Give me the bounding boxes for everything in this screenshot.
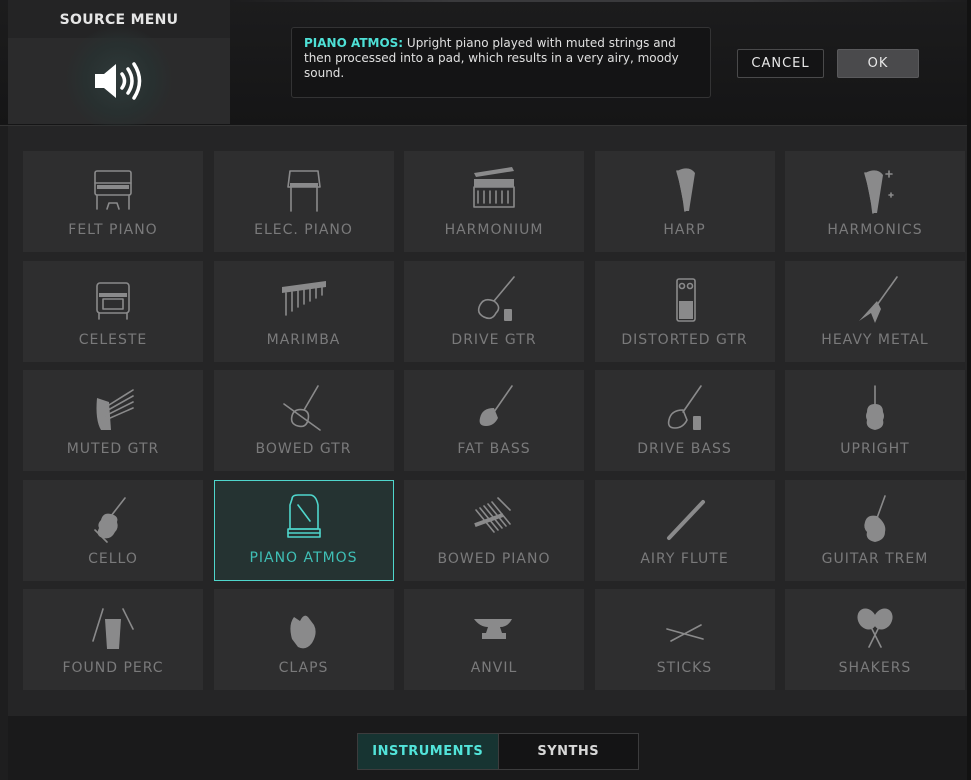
tile-cello[interactable]: CELLO	[23, 479, 203, 581]
tile-label: MARIMBA	[266, 331, 341, 348]
tile-label: FELT PIANO	[68, 222, 158, 238]
tile-distorted-gtr[interactable]: DISTORTED GTR	[594, 260, 775, 362]
tile-piano-atmos[interactable]: PIANO ATMOS	[213, 479, 394, 581]
electric-piano-icon	[264, 161, 344, 221]
hand-strings-icon	[73, 380, 153, 440]
tile-label: HEAVY METAL	[821, 331, 929, 348]
marimba-icon	[264, 271, 344, 331]
tab-instruments[interactable]: INSTRUMENTS	[358, 734, 499, 769]
tile-bowed-gtr[interactable]: BOWED GTR	[213, 370, 394, 472]
electric-guitar-pedal-icon	[454, 271, 534, 331]
piano-hammers-icon	[454, 490, 534, 550]
grand-piano-icon	[264, 491, 344, 551]
double-bass-icon	[835, 380, 915, 440]
drumsticks-icon	[645, 599, 725, 659]
tile-muted-gtr[interactable]: MUTED GTR	[23, 370, 203, 472]
flute-icon	[645, 490, 725, 550]
cup-sticks-icon	[73, 599, 153, 659]
tile-label: CELESTE	[78, 331, 148, 348]
tab-synths[interactable]: SYNTHS	[499, 734, 639, 769]
upright-piano-icon	[73, 161, 153, 221]
tile-drive-gtr[interactable]: DRIVE GTR	[404, 260, 584, 362]
harp-icon	[645, 161, 725, 221]
tile-harmonium[interactable]: HARMONIUM	[404, 151, 584, 252]
tile-heavy-metal[interactable]: HEAVY METAL	[785, 260, 965, 362]
tile-harmonics[interactable]: HARMONICS	[785, 151, 965, 252]
tile-fat-bass[interactable]: FAT BASS	[404, 370, 584, 472]
tile-label: FAT BASS	[457, 441, 531, 458]
tile-anvil[interactable]: ANVIL	[404, 589, 584, 691]
ok-button[interactable]: OK	[837, 49, 919, 78]
source-menu-panel: SOURCE MENU	[8, 0, 230, 132]
bottom-bar: INSTRUMENTS SYNTHS	[8, 716, 971, 780]
harmonium-icon	[454, 161, 534, 221]
distortion-pedal-icon	[645, 271, 725, 331]
bass-guitar-icon	[454, 380, 534, 440]
anvil-icon	[454, 599, 534, 659]
flying-v-guitar-icon	[835, 271, 915, 331]
tile-label: CELLO	[88, 550, 138, 567]
tile-label: STICKS	[656, 660, 713, 677]
tile-label: MUTED GTR	[66, 441, 160, 458]
tile-sticks[interactable]: STICKS	[594, 589, 775, 691]
tile-label: HARMONIUM	[444, 222, 544, 238]
tile-label: DRIVE GTR	[451, 331, 537, 348]
tile-label: DISTORTED GTR	[621, 331, 748, 348]
tile-label: HARMONICS	[827, 222, 923, 238]
celeste-icon	[73, 271, 153, 331]
instrument-description: PIANO ATMOS: Upright piano played with m…	[291, 27, 711, 98]
tile-label: SHAKERS	[838, 660, 912, 677]
hollow-guitar-icon	[835, 490, 915, 550]
cello-icon	[73, 490, 153, 550]
tile-harp[interactable]: HARP	[594, 151, 775, 252]
tile-label: PIANO ATMOS	[249, 549, 358, 566]
header: SOURCE MENU PIANO ATMOS: Upright piano p…	[0, 0, 971, 132]
guitar-bow-icon	[264, 380, 344, 440]
clapping-hands-icon	[264, 599, 344, 659]
tile-claps[interactable]: CLAPS	[213, 589, 394, 691]
tile-drive-bass[interactable]: DRIVE BASS	[594, 370, 775, 472]
tile-label: CLAPS	[278, 660, 329, 677]
tile-found-perc[interactable]: FOUND PERC	[23, 589, 203, 691]
description-instrument-name: PIANO ATMOS:	[304, 36, 404, 50]
cancel-button[interactable]: CANCEL	[737, 49, 824, 78]
maracas-icon	[835, 599, 915, 659]
tile-shakers[interactable]: SHAKERS	[785, 589, 965, 691]
tile-label: ANVIL	[470, 660, 518, 677]
tile-label: ELEC. PIANO	[254, 222, 353, 238]
tile-airy-flute[interactable]: AIRY FLUTE	[594, 479, 775, 581]
instrument-grid: FELT PIANO ELEC. PIANO HARMONIUM HARP HARMON…	[8, 126, 971, 716]
tile-label: DRIVE BASS	[637, 441, 732, 458]
tile-label: FOUND PERC	[62, 660, 164, 677]
tile-label: HARP	[663, 222, 706, 238]
tile-label: GUITAR TREM	[821, 550, 929, 567]
tile-label: AIRY FLUTE	[640, 550, 729, 567]
harp-sparkle-icon	[835, 161, 915, 221]
tile-marimba[interactable]: MARIMBA	[213, 260, 394, 362]
tile-bowed-piano[interactable]: BOWED PIANO	[404, 479, 584, 581]
category-tabs: INSTRUMENTS SYNTHS	[357, 733, 639, 770]
bass-pedal-icon	[645, 380, 725, 440]
tile-elec-piano[interactable]: ELEC. PIANO	[213, 151, 394, 252]
tile-felt-piano[interactable]: FELT PIANO	[23, 151, 203, 252]
tile-celeste[interactable]: CELESTE	[23, 260, 203, 362]
tile-label: BOWED PIANO	[437, 550, 551, 567]
tile-guitar-trem[interactable]: GUITAR TREM	[785, 479, 965, 581]
speaker-icon[interactable]	[89, 58, 149, 104]
tile-upright[interactable]: UPRIGHT	[785, 370, 965, 472]
tile-label: UPRIGHT	[840, 441, 910, 458]
tile-label: BOWED GTR	[255, 441, 352, 458]
